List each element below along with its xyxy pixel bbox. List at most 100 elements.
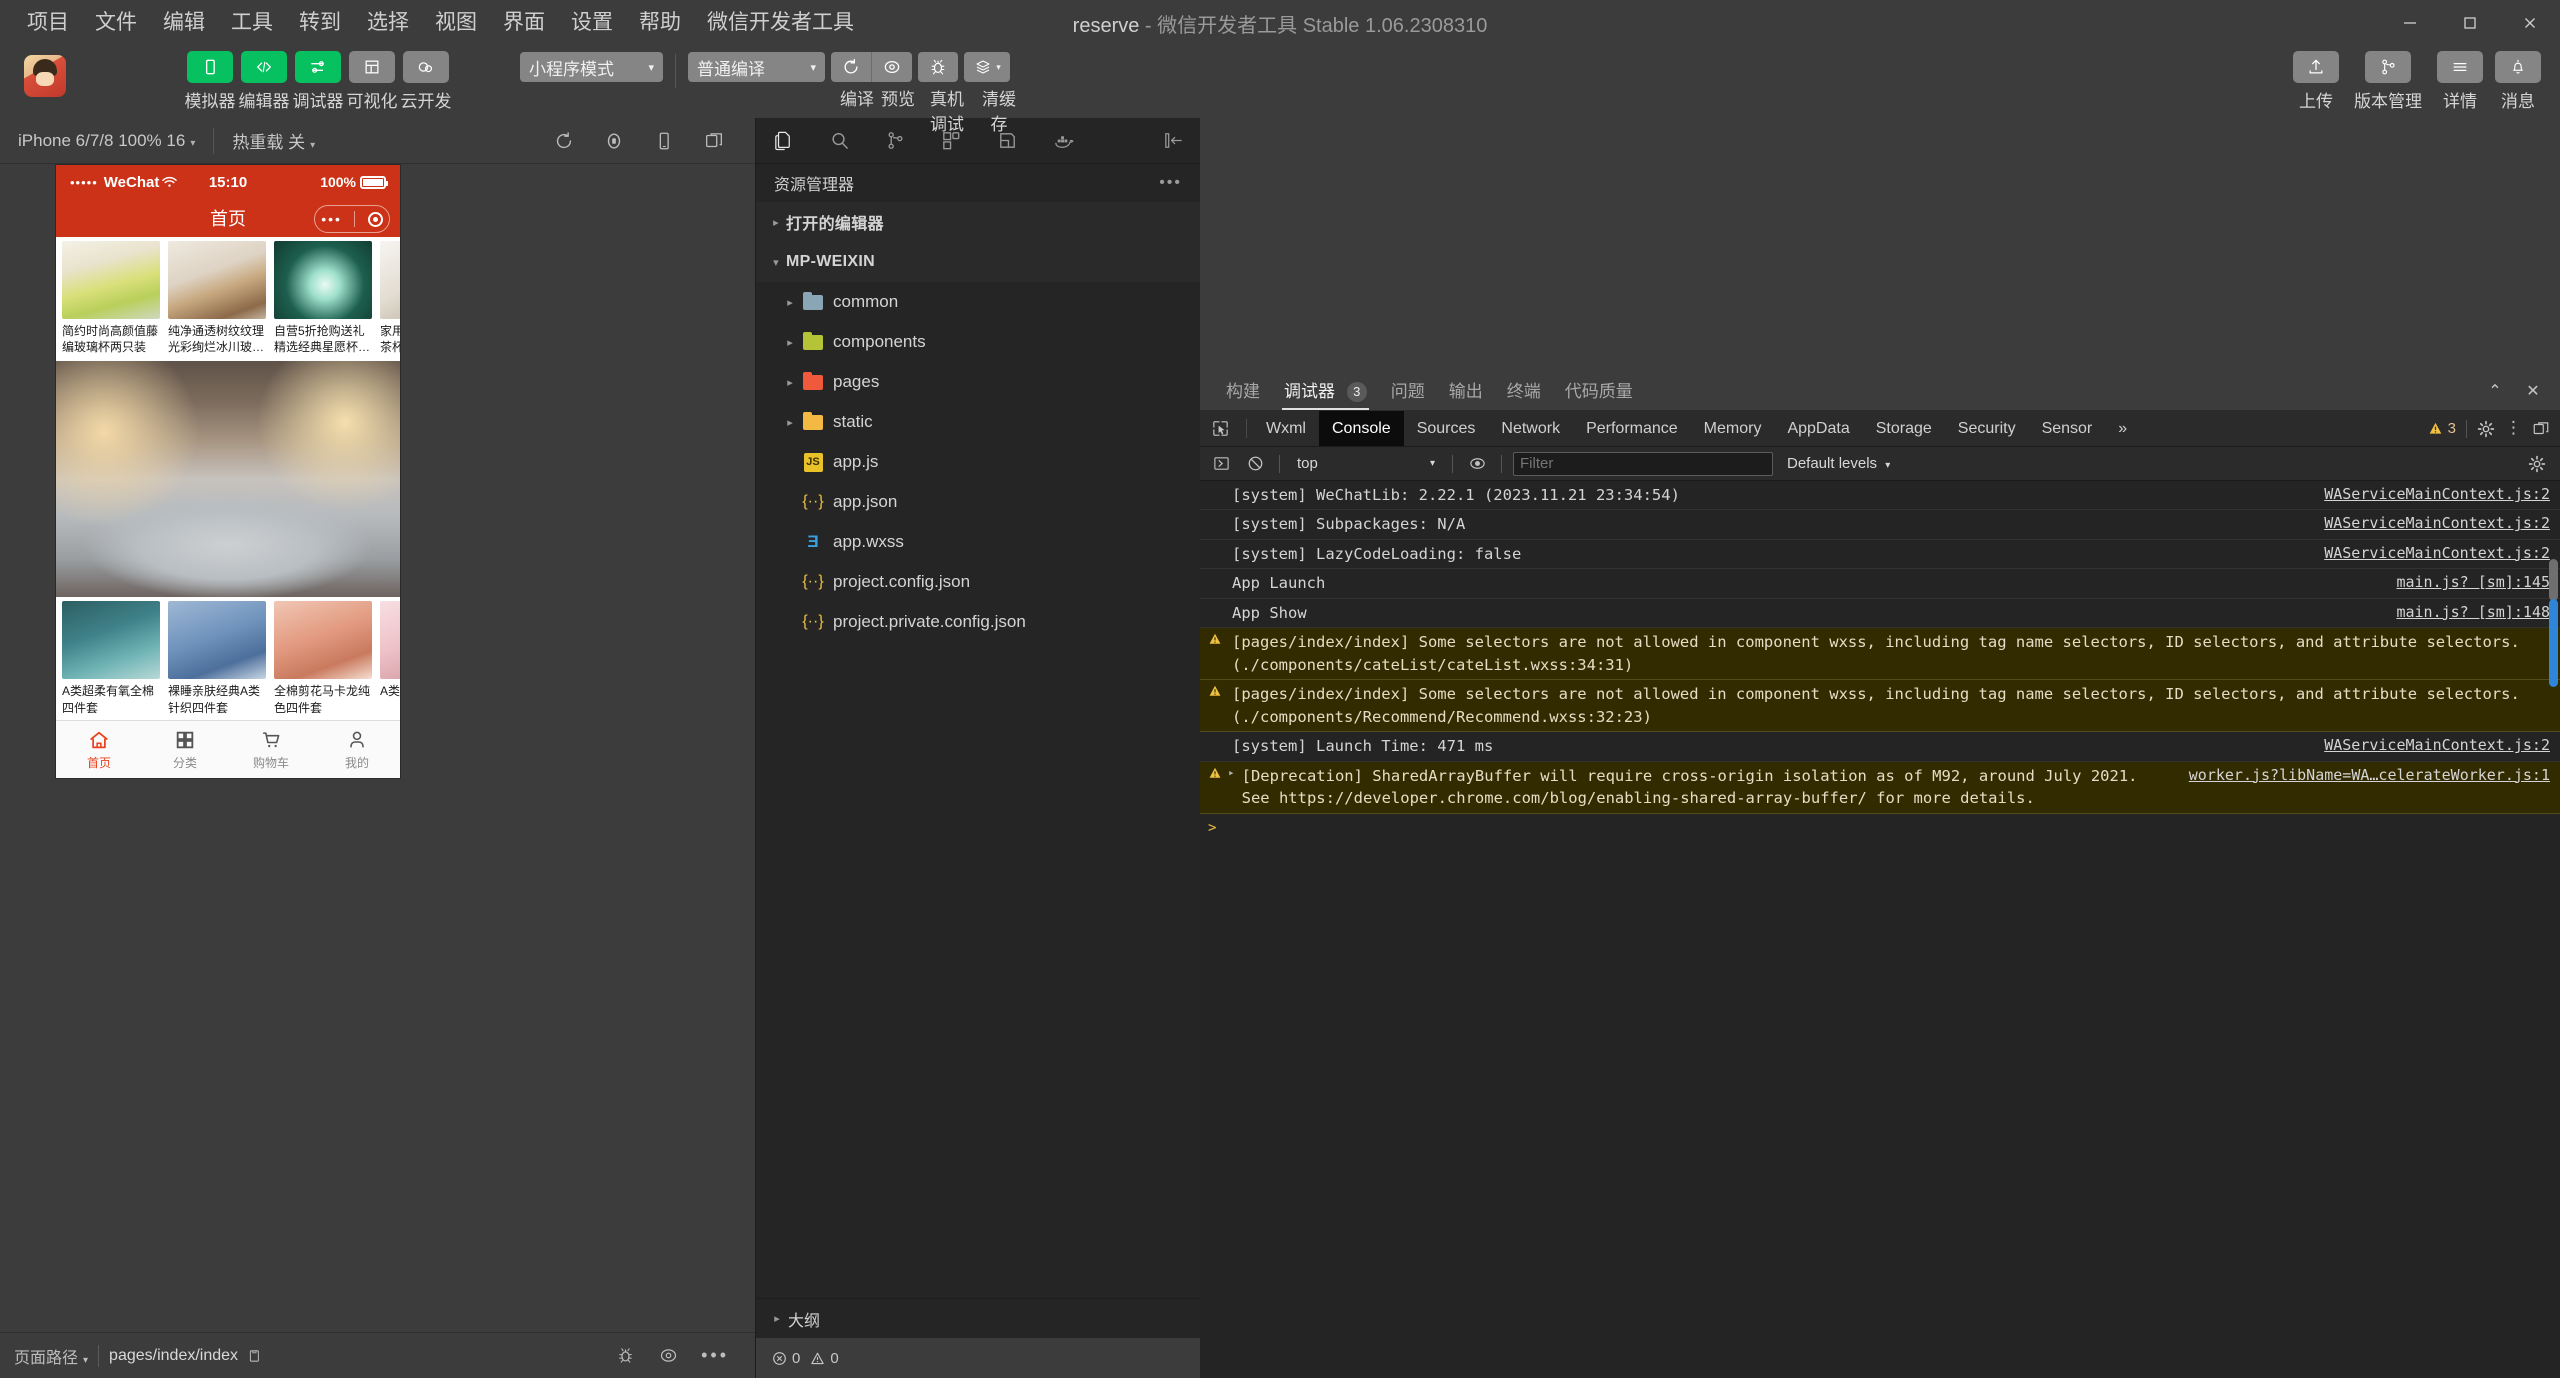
more-icon[interactable]: ••• (701, 1345, 729, 1366)
capsule-button[interactable]: ••• (314, 205, 390, 233)
tab-category[interactable]: 分类 (142, 721, 228, 778)
banner-image[interactable] (56, 361, 400, 598)
close-button[interactable] (2500, 0, 2560, 46)
console-source-link[interactable]: main.js? [sm]:145 (2396, 572, 2550, 594)
menu-item-file[interactable]: 文件 (82, 6, 150, 39)
product-card[interactable]: 自营5折抢购送礼精选经典星愿杯… (274, 241, 376, 355)
device-select[interactable]: iPhone 6/7/8 100% 16 ▾ (12, 128, 201, 154)
toolbar-button-cloud[interactable]: 云开发 (401, 46, 452, 112)
product-card[interactable]: A类超柔有氧全棉四件套 (62, 601, 164, 715)
file-tree[interactable]: ▸ 打开的编辑器 ▾ MP-WEIXIN ▸ common ▸ componen… (756, 202, 1200, 1298)
tree-item-app-js[interactable]: JS app.js (756, 442, 1200, 482)
dock-icon[interactable] (2532, 420, 2550, 438)
console-row[interactable]: [system] Launch Time: 471 ms WAServiceMa… (1200, 732, 2560, 762)
console-settings-icon[interactable] (2528, 455, 2552, 473)
chrome-tab-console[interactable]: Console (1318, 411, 1404, 446)
product-card[interactable]: 裸睡亲肤经典A类针织四件套 (168, 601, 270, 715)
console-source-link[interactable]: WAServiceMainContext.js:2 (2324, 543, 2550, 565)
tab-output[interactable]: 输出 (1437, 377, 1495, 410)
preview-button[interactable] (872, 52, 912, 82)
console-source-link[interactable]: worker.js?libName=WA…celerateWorker.js:1 (2189, 765, 2550, 787)
console-source-link[interactable]: WAServiceMainContext.js:2 (2324, 513, 2550, 535)
menu-item-tools[interactable]: 工具 (218, 6, 286, 39)
gear-icon[interactable] (2477, 420, 2495, 438)
tab-build[interactable]: 构建 (1214, 377, 1272, 410)
docker-icon[interactable] (1050, 128, 1076, 154)
log-levels-select[interactable]: Default levels ▾ (1781, 455, 1890, 472)
device-icon[interactable] (649, 126, 679, 156)
messages-button[interactable]: 消息 (2492, 46, 2544, 112)
inspect-element-icon[interactable] (1200, 411, 1240, 446)
menu-item-edit[interactable]: 编辑 (150, 6, 218, 39)
console-row[interactable]: App Show main.js? [sm]:148 (1200, 599, 2560, 629)
record-icon[interactable] (599, 126, 629, 156)
clear-cache-button[interactable]: ▾ (964, 52, 1010, 82)
expand-triangle-icon[interactable]: ▸ (1228, 765, 1238, 781)
collapse-panel-icon[interactable] (1160, 128, 1186, 154)
menu-item-select[interactable]: 选择 (354, 6, 422, 39)
product-card[interactable]: 家用加厚玻璃杯泡茶杯 (380, 241, 400, 355)
live-expression-icon[interactable] (1464, 451, 1490, 477)
console-source-link[interactable]: WAServiceMainContext.js:2 (2324, 735, 2550, 757)
avatar[interactable] (24, 55, 66, 97)
tree-item-pages[interactable]: ▸ pages (756, 362, 1200, 402)
tab-terminal[interactable]: 终端 (1495, 377, 1553, 410)
minimize-button[interactable] (2380, 0, 2440, 46)
execute-icon[interactable] (1208, 451, 1234, 477)
tree-item-common[interactable]: ▸ common (756, 282, 1200, 322)
upload-button[interactable]: 上传 (2290, 46, 2342, 112)
chrome-tab-security[interactable]: Security (1945, 411, 2029, 446)
console-source-link[interactable]: main.js? [sm]:148 (2396, 602, 2550, 624)
console-row[interactable]: App Launch main.js? [sm]:145 (1200, 569, 2560, 599)
product-card[interactable]: 全棉剪花马卡龙纯色四件套 (274, 601, 376, 715)
console-output[interactable]: [system] WeChatLib: 2.22.1 (2023.11.21 2… (1200, 481, 2560, 1378)
version-control-button[interactable]: 版本管理 (2348, 46, 2428, 112)
console-scrollbar-thumb[interactable] (2549, 599, 2558, 687)
more-icon[interactable]: ••• (1159, 174, 1182, 192)
phone-content[interactable]: 简约时尚高颜值藤编玻璃杯两只装 纯净通透树纹纹理光彩绚烂冰川玻… 自营5折抢购送… (56, 237, 400, 720)
kebab-menu-icon[interactable]: ⋮ (2505, 419, 2522, 436)
menu-item-settings[interactable]: 设置 (558, 6, 626, 39)
clear-console-icon[interactable] (1242, 451, 1268, 477)
chrome-tabs-overflow[interactable]: » (2105, 411, 2140, 446)
toolbar-button-debugger[interactable]: 调试器 (293, 46, 344, 112)
chrome-tab-performance[interactable]: Performance (1573, 411, 1691, 446)
execution-context-select[interactable]: top ▾ (1291, 452, 1441, 476)
console-row-warning[interactable]: [pages/index/index] Some selectors are n… (1200, 628, 2560, 681)
product-card[interactable]: 纯净通透树纹纹理光彩绚烂冰川玻… (168, 241, 270, 355)
chrome-tab-wxml[interactable]: Wxml (1253, 411, 1319, 446)
menu-item-help[interactable]: 帮助 (626, 6, 694, 39)
warning-triangle-icon[interactable]: 0 (810, 1350, 839, 1367)
tab-debugger[interactable]: 调试器 3 (1272, 377, 1379, 410)
hot-reload-select[interactable]: 热重载 关 ▾ (226, 125, 321, 156)
menu-item-project[interactable]: 项目 (14, 6, 82, 39)
menu-item-devtools[interactable]: 微信开发者工具 (694, 6, 867, 39)
outline-section[interactable]: ▸ 大纲 (756, 1298, 1200, 1338)
tab-profile[interactable]: 我的 (314, 721, 400, 778)
console-filter-input[interactable] (1513, 451, 1773, 476)
chrome-tab-network[interactable]: Network (1488, 411, 1573, 446)
console-row-warning[interactable]: ▸ [Deprecation] SharedArrayBuffer will r… (1200, 761, 2560, 814)
collapse-icon[interactable]: ⌃ (2478, 376, 2512, 406)
menu-item-view[interactable]: 视图 (422, 6, 490, 39)
console-row-warning[interactable]: [pages/index/index] Some selectors are n… (1200, 680, 2560, 733)
compile-select[interactable]: 普通编译 ▾ (688, 52, 825, 82)
tab-problems[interactable]: 问题 (1379, 377, 1437, 410)
chrome-tab-memory[interactable]: Memory (1691, 411, 1775, 446)
real-device-debug-button[interactable] (918, 52, 958, 82)
toolbar-button-simulator[interactable]: 模拟器 (185, 46, 236, 112)
menu-item-goto[interactable]: 转到 (286, 6, 354, 39)
tab-cart[interactable]: 购物车 (228, 721, 314, 778)
details-button[interactable]: 详情 (2434, 46, 2486, 112)
chrome-tab-appdata[interactable]: AppData (1774, 411, 1862, 446)
tree-item-project-config-json[interactable]: {··} project.config.json (756, 562, 1200, 602)
console-source-link[interactable]: WAServiceMainContext.js:2 (2324, 484, 2550, 506)
product-card[interactable]: A类亲肤支西西里 (380, 601, 400, 715)
toolbar-button-visual[interactable]: 可视化 (347, 46, 398, 112)
chrome-tab-sensor[interactable]: Sensor (2029, 411, 2106, 446)
console-row[interactable]: [system] LazyCodeLoading: false WAServic… (1200, 540, 2560, 570)
toolbar-button-editor[interactable]: 编辑器 (239, 46, 290, 112)
tree-item-project-private-config-json[interactable]: {··} project.private.config.json (756, 602, 1200, 642)
error-circle-icon[interactable]: 0 (772, 1350, 800, 1367)
console-prompt[interactable]: > (1200, 814, 2560, 841)
